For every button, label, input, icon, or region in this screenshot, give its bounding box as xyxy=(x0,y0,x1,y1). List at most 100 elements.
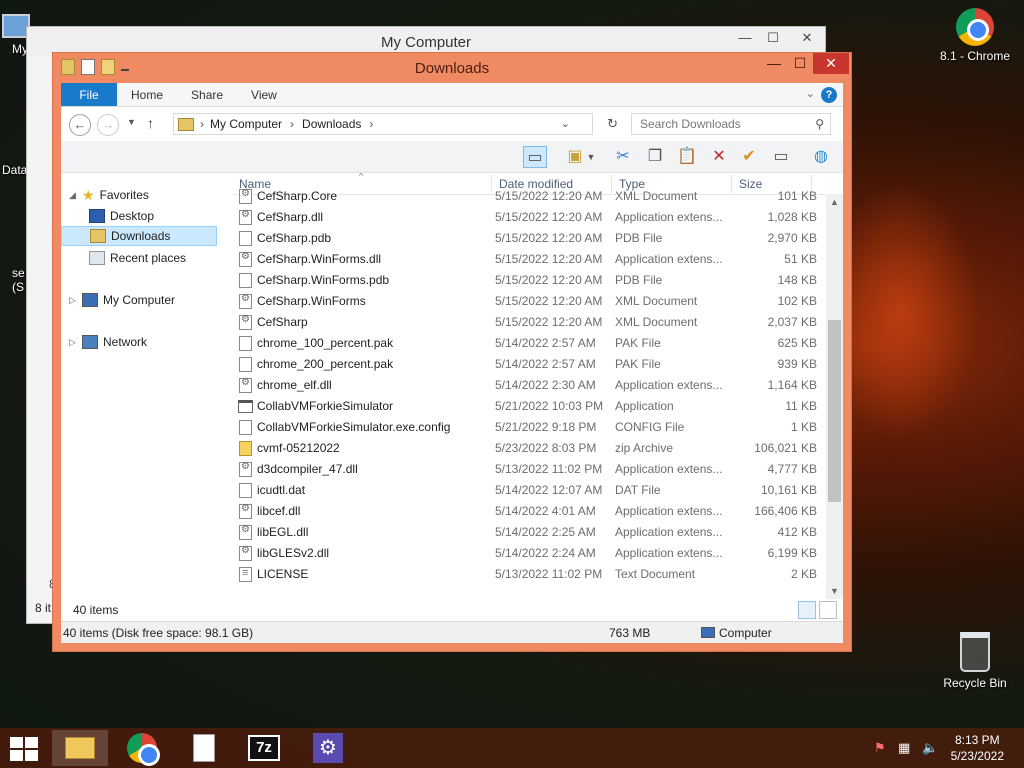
preview-pane-icon[interactable]: ▭ xyxy=(523,146,547,168)
file-row[interactable]: d3dcompiler_47.dll 5/13/2022 11:02 PM Appl… xyxy=(233,459,825,480)
downloads-window[interactable]: Downloads — ☐ ✕ File Home Share View ⌄ ?… xyxy=(52,52,852,652)
file-row[interactable]: CefSharp.pdb 5/15/2022 12:20 AM PDB File 2,… xyxy=(233,228,825,249)
file-row[interactable]: CefSharp.WinForms 5/15/2022 12:20 AM XML D… xyxy=(233,291,825,312)
file-name: libEGL.dll xyxy=(257,525,309,539)
search-icon[interactable]: ⚲ xyxy=(815,117,824,131)
file-row[interactable]: LICENSE 5/13/2022 11:02 PM Text Document 2 … xyxy=(233,564,825,585)
maximize-button[interactable]: ☐ xyxy=(787,53,813,74)
file-row[interactable]: CefSharp.WinForms.pdb 5/15/2022 12:20 AM P… xyxy=(233,270,825,291)
recent-places-icon xyxy=(89,251,105,265)
refresh-icon[interactable]: ↻ xyxy=(607,116,618,132)
forward-button[interactable]: → xyxy=(97,114,119,136)
nav-downloads[interactable]: Downloads xyxy=(61,226,217,246)
checkmark-icon[interactable]: ✔ xyxy=(737,146,761,168)
cut-icon[interactable]: ✂ xyxy=(611,146,635,168)
file-row[interactable]: CefSharp.WinForms.dll 5/15/2022 12:20 AM A… xyxy=(233,249,825,270)
taskbar-app[interactable] xyxy=(176,730,232,766)
file-icon xyxy=(239,293,252,309)
close-button[interactable]: ✕ xyxy=(787,27,827,49)
file-row[interactable]: chrome_elf.dll 5/14/2022 2:30 AM Applicati… xyxy=(233,375,825,396)
file-row[interactable]: CefSharp.dll 5/15/2022 12:20 AM Applicatio… xyxy=(233,207,825,228)
clock[interactable]: 8:13 PM 5/23/2022 xyxy=(951,732,1004,764)
nav-network[interactable]: ▷ Network xyxy=(69,332,147,352)
minimize-button[interactable]: — xyxy=(731,27,759,49)
document-icon xyxy=(193,734,215,762)
taskbar-chrome[interactable] xyxy=(114,730,170,766)
file-row[interactable]: libcef.dll 5/14/2022 4:01 AM Application e… xyxy=(233,501,825,522)
nav-desktop[interactable]: Desktop xyxy=(89,206,154,226)
file-row[interactable]: CefSharp 5/15/2022 12:20 AM XML Document 2,… xyxy=(233,312,825,333)
file-row[interactable]: icudtl.dat 5/14/2022 12:07 AM DAT File 10,1… xyxy=(233,480,825,501)
file-date: 5/15/2022 12:20 AM xyxy=(495,231,603,245)
taskbar-settings[interactable]: ⚙ xyxy=(300,730,356,766)
up-arrow-icon[interactable]: ↑ xyxy=(147,115,154,131)
paste-icon[interactable]: 📋 xyxy=(675,146,699,168)
expand-triangle-icon[interactable]: ▷ xyxy=(69,332,77,352)
start-button[interactable] xyxy=(10,737,38,761)
breadcrumb-separator: › xyxy=(290,117,295,131)
taskbar-file-explorer[interactable] xyxy=(52,730,108,766)
scrollbar-thumb[interactable] xyxy=(828,320,841,502)
star-icon: ★ xyxy=(82,187,95,203)
details-view-icon[interactable] xyxy=(798,601,816,619)
volume-muted-icon[interactable]: 🔈 xyxy=(922,740,938,756)
chevron-down-icon[interactable]: ⌄ xyxy=(561,117,570,130)
scroll-up-icon[interactable]: ▲ xyxy=(826,194,843,210)
file-row[interactable]: CollabVMForkieSimulator 5/21/2022 10:03 P… xyxy=(233,396,825,417)
folder-options-icon[interactable]: ▣ xyxy=(563,146,587,168)
maximize-button[interactable]: ☐ xyxy=(759,27,787,49)
file-row[interactable]: libGLESv2.dll 5/14/2022 2:24 AM Applicatio… xyxy=(233,543,825,564)
globe-icon[interactable]: ◍ xyxy=(809,146,833,168)
expand-triangle-icon[interactable]: ◢ xyxy=(69,185,77,205)
close-button[interactable]: ✕ xyxy=(813,53,849,74)
file-type: zip Archive xyxy=(615,441,674,455)
tab-file[interactable]: File xyxy=(61,83,117,106)
file-row[interactable]: CollabVMForkieSimulator.exe.config 5/21/2… xyxy=(233,417,825,438)
file-type: CONFIG File xyxy=(615,420,685,434)
file-icon xyxy=(239,188,252,204)
network-icon[interactable]: ▦ xyxy=(898,740,910,756)
desktop-icon-chrome[interactable]: 8.1 - Chrome xyxy=(936,8,1014,63)
file-row[interactable]: libEGL.dll 5/14/2022 2:25 AM Application e… xyxy=(233,522,825,543)
expand-triangle-icon[interactable]: ▷ xyxy=(69,290,77,310)
vertical-scrollbar[interactable]: ▲ ▼ xyxy=(826,194,843,599)
breadcrumb-downloads[interactable]: Downloads xyxy=(302,117,361,131)
file-row[interactable]: chrome_100_percent.pak 5/14/2022 2:57 AM P… xyxy=(233,333,825,354)
file-name: chrome_elf.dll xyxy=(257,378,332,392)
file-date: 5/14/2022 2:57 AM xyxy=(495,357,596,371)
file-icon xyxy=(239,209,252,225)
copy-icon[interactable]: ❐ xyxy=(643,146,667,168)
nav-my-computer[interactable]: ▷ My Computer xyxy=(69,290,175,310)
scroll-down-icon[interactable]: ▼ xyxy=(826,583,843,599)
recent-locations-icon[interactable]: ▼ xyxy=(127,117,136,127)
nav-favorites[interactable]: ◢ ★ Favorites xyxy=(69,185,149,205)
file-type: XML Document xyxy=(615,315,698,329)
nav-recent-places[interactable]: Recent places xyxy=(89,248,186,268)
chevron-down-icon[interactable]: ▼ xyxy=(585,146,597,168)
address-bar[interactable]: › My Computer › Downloads › ⌄ ↻ xyxy=(173,113,618,135)
action-center-icon[interactable]: ⚑ xyxy=(874,740,886,756)
file-row[interactable]: chrome_200_percent.pak 5/14/2022 2:57 AM P… xyxy=(233,354,825,375)
back-button[interactable]: ← xyxy=(69,114,91,136)
file-row[interactable]: cvmf-05212022 5/23/2022 8:03 PM zip Archiv… xyxy=(233,438,825,459)
large-icons-view-icon[interactable] xyxy=(819,601,837,619)
file-row[interactable]: CefSharp.Core 5/15/2022 12:20 AM XML Docum… xyxy=(233,186,825,207)
title-bar[interactable]: Downloads — ☐ ✕ xyxy=(53,53,851,83)
taskbar-7zip[interactable]: 7z xyxy=(236,730,292,766)
search-input[interactable]: Search Downloads ⚲ xyxy=(631,113,831,135)
rename-icon[interactable]: ▭ xyxy=(769,146,793,168)
tab-share[interactable]: Share xyxy=(177,83,237,106)
file-name: libcef.dll xyxy=(257,504,301,518)
tab-home[interactable]: Home xyxy=(117,83,177,106)
file-type: PAK File xyxy=(615,336,661,350)
minimize-button[interactable]: — xyxy=(761,53,787,74)
desktop-icon-recycle-bin[interactable]: Recycle Bin xyxy=(936,632,1014,690)
chevron-down-icon[interactable]: ⌄ xyxy=(806,87,815,100)
file-icon xyxy=(239,314,252,330)
computer-icon xyxy=(701,627,715,638)
help-icon[interactable]: ? xyxy=(821,87,837,103)
delete-icon[interactable]: ✕ xyxy=(707,146,731,168)
file-size: 10,161 KB xyxy=(760,483,817,497)
tab-view[interactable]: View xyxy=(237,83,291,106)
breadcrumb-my-computer[interactable]: My Computer xyxy=(210,117,282,131)
